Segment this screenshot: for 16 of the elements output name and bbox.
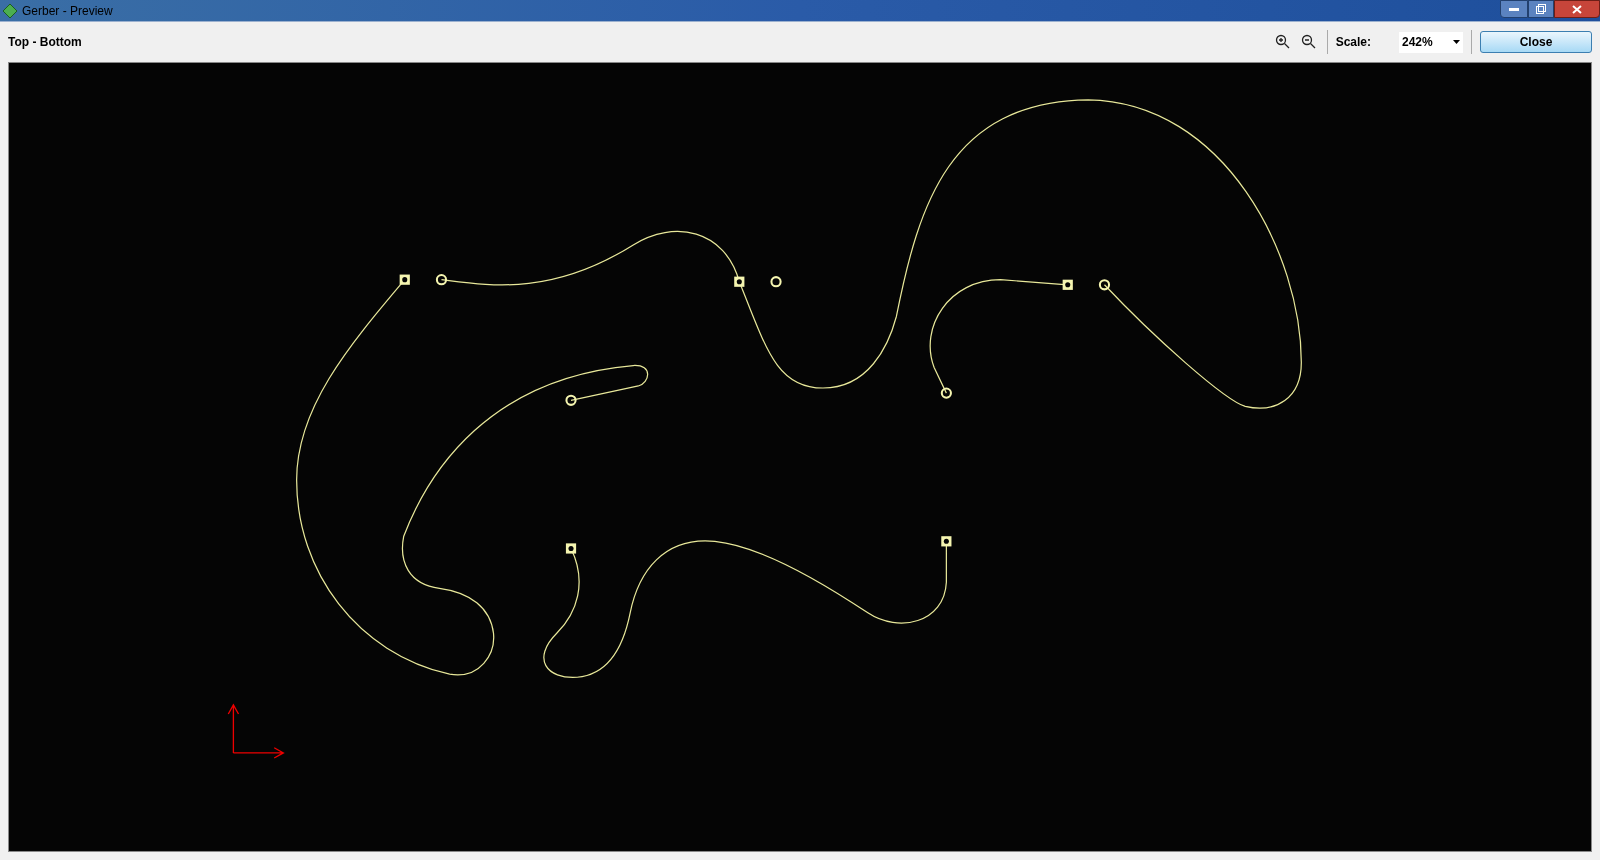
restore-button[interactable] [1528, 0, 1554, 18]
app-logo-icon [2, 2, 18, 19]
close-button[interactable]: Close [1480, 31, 1592, 53]
zoom-out-icon[interactable] [1300, 34, 1317, 50]
restore-icon [1536, 4, 1546, 14]
scale-dropdown[interactable]: 242% [1399, 31, 1463, 53]
minimize-icon [1509, 7, 1519, 11]
close-window-button[interactable] [1554, 0, 1600, 18]
axis-arrows-icon [227, 703, 285, 759]
scale-label: Scale: [1335, 34, 1371, 51]
close-icon [1572, 4, 1582, 14]
minimize-button[interactable] [1500, 0, 1528, 18]
caret-icon [1453, 40, 1460, 44]
window-title: Gerber - Preview [22, 2, 113, 20]
layer-label: Top - Bottom [8, 34, 82, 51]
zoom-in-icon[interactable] [1274, 34, 1291, 50]
